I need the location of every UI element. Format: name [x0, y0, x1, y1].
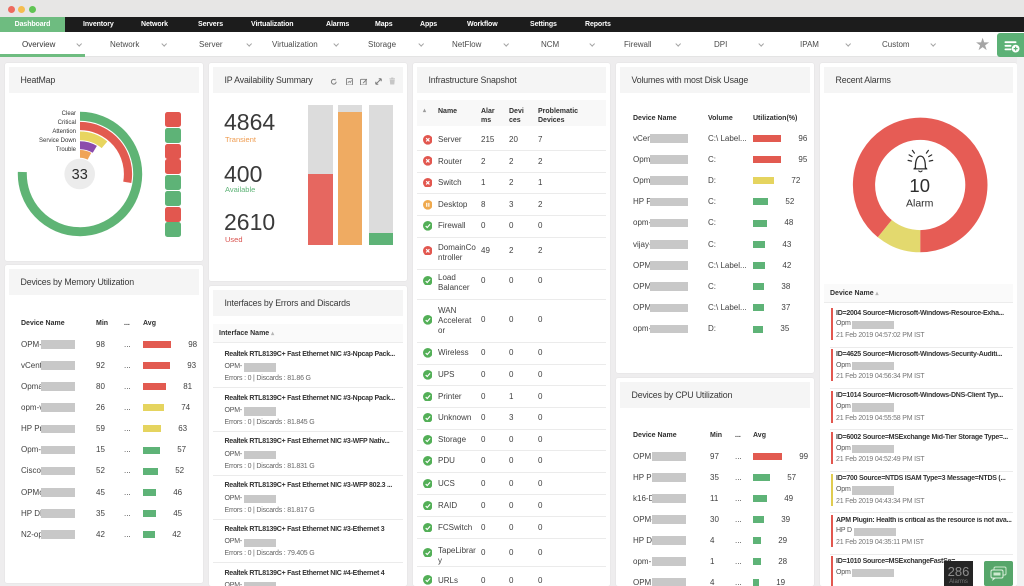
svg-text:Alarm: Alarm — [906, 198, 934, 210]
svg-text:10: 10 — [909, 175, 930, 196]
svg-text:33: 33 — [72, 167, 88, 183]
